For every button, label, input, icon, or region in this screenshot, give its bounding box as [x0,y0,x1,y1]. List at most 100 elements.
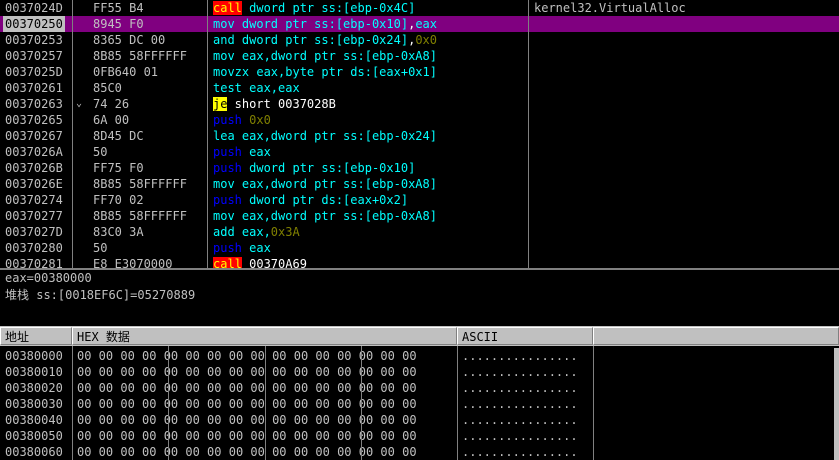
disasm-address[interactable]: 00370257 [5,48,63,64]
disasm-address[interactable]: 00370277 [5,208,63,224]
instruction-token: 0x3A [270,225,300,239]
disasm-instruction[interactable]: add eax,0x3A [213,224,300,240]
dump-row[interactable]: 00380010 00 00 00 00 00 00 00 00 00 00 00… [0,364,839,380]
disasm-row[interactable]: 00370250 8945 F0 mov dword ptr ss:[ebp-0x1… [0,16,839,32]
disasm-instruction[interactable]: push dword ptr ss:[ebp-0x10] [213,160,415,176]
dump-hex-bytes[interactable]: 00 00 00 00 00 00 00 00 00 00 00 00 00 0… [77,412,417,428]
instruction-token: mov [213,17,235,31]
disasm-row[interactable]: 0037026B FF75 F0 push dword ptr ss:[ebp-0x… [0,160,839,176]
disasm-comment: kernel32.VirtualAlloc [534,1,686,15]
disasm-address[interactable]: 00370265 [5,112,63,128]
dump-hex-bytes[interactable]: 00 00 00 00 00 00 00 00 00 00 00 00 00 0… [77,444,417,460]
dump-row[interactable]: 00380050 00 00 00 00 00 00 00 00 00 00 00… [0,428,839,444]
instruction-token: call [213,1,242,15]
dump-row[interactable]: 00380020 00 00 00 00 00 00 00 00 00 00 00… [0,380,839,396]
instruction-token: 0x0 [415,33,437,47]
disasm-row[interactable]: 00370261 85C0 test eax,eax [0,80,839,96]
disasm-row[interactable]: 0037025D 0FB640 01 movzx eax,byte ptr ds:[… [0,64,839,80]
disasm-hex-bytes: 8B85 58FFFFFF [93,177,187,191]
jump-arrow-icon: ⌄ [76,98,83,109]
disasm-instruction[interactable]: mov eax,dword ptr ss:[ebp-0xA8] [213,48,437,64]
disasm-row[interactable]: 00370263 ⌄ 74 26 je short 0037028B [0,96,839,112]
disasm-row[interactable]: 00370265 6A 00 push 0x0 [0,112,839,128]
disasm-address[interactable]: 00370263 [5,96,63,112]
disasm-instruction[interactable]: call dword ptr ss:[ebp-0x4C] [213,0,415,16]
disasm-address[interactable]: 00370274 [5,192,63,208]
disasm-instruction[interactable]: lea eax,dword ptr ss:[ebp-0x24] [213,128,437,144]
disasm-row[interactable]: 0037024D FF55 B4 call dword ptr ss:[ebp-0x… [0,0,839,16]
disasm-instruction[interactable]: and dword ptr ss:[ebp-0x24],0x0 [213,32,437,48]
disasm-address[interactable]: 0037026B [5,160,63,176]
disasm-instruction[interactable]: mov dword ptr ss:[ebp-0x10],eax [213,16,437,32]
instruction-token: eax [241,145,271,159]
disasm-address[interactable]: 00370250 [3,16,65,32]
dump-ascii: ................ [462,381,578,395]
info-pane: eax=00380000 堆栈 ss:[0018EF6C]=05270889 [0,268,839,328]
disasm-instruction[interactable]: test eax,eax [213,80,300,96]
dump-address: 00380000 [5,349,63,363]
instruction-token: and dword ptr ss:[ebp-0x24] [213,33,409,47]
dump-header-empty [593,327,839,345]
disasm-address[interactable]: 0037026A [5,144,63,160]
dump-hex-bytes[interactable]: 00 00 00 00 00 00 00 00 00 00 00 00 00 0… [77,396,417,412]
disasm-instruction[interactable]: movzx eax,byte ptr ds:[eax+0x1] [213,64,437,80]
disasm-address[interactable]: 00370267 [5,128,63,144]
dump-hex-bytes[interactable]: 00 00 00 00 00 00 00 00 00 00 00 00 00 0… [77,348,417,364]
disasm-row[interactable]: 00370280 50 push eax [0,240,839,256]
disasm-instruction[interactable]: push 0x0 [213,112,271,128]
disasm-hex-bytes: 83C0 3A [93,225,144,239]
dump-scrollbar[interactable] [834,348,839,460]
disasm-instruction[interactable]: call 00370A69 [213,256,307,268]
disasm-address[interactable]: 0037024D [5,0,63,16]
instruction-token: eax [415,17,437,31]
dump-header-hex[interactable]: HEX 数据 [72,327,457,345]
disasm-row[interactable]: 0037027D 83C0 3A add eax,0x3A [0,224,839,240]
disasm-row[interactable]: 0037026E 8B85 58FFFFFF mov eax,dword ptr s… [0,176,839,192]
disasm-address[interactable]: 00370281 [5,256,63,268]
disasm-row[interactable]: 00370277 8B85 58FFFFFF mov eax,dword ptr s… [0,208,839,224]
dump-hex-bytes[interactable]: 00 00 00 00 00 00 00 00 00 00 00 00 00 0… [77,428,417,444]
disassembly-pane[interactable]: 0037024D FF55 B4 call dword ptr ss:[ebp-0x… [0,0,839,268]
disasm-address[interactable]: 00370253 [5,32,63,48]
disasm-instruction[interactable]: push dword ptr ds:[eax+0x2] [213,192,408,208]
disasm-instruction[interactable]: push eax [213,240,271,256]
dump-row[interactable]: 00380030 00 00 00 00 00 00 00 00 00 00 00… [0,396,839,412]
disasm-instruction[interactable]: mov eax,dword ptr ss:[ebp-0xA8] [213,176,437,192]
disasm-hex-bytes: 8365 DC 00 [93,33,166,47]
dump-hex-bytes[interactable]: 00 00 00 00 00 00 00 00 00 00 00 00 00 0… [77,364,417,380]
disasm-address[interactable]: 00370261 [5,80,63,96]
instruction-token: test eax,eax [213,81,300,95]
disasm-address[interactable]: 0037026E [5,176,63,192]
disasm-instruction[interactable]: mov eax,dword ptr ss:[ebp-0xA8] [213,208,437,224]
dump-header-address[interactable]: 地址 [0,327,72,345]
dump-header-ascii[interactable]: ASCII [457,327,593,345]
disasm-instruction[interactable]: je short 0037028B [213,96,336,112]
disasm-row[interactable]: 0037026A 50 push eax [0,144,839,160]
disasm-hex-bytes: FF75 F0 [93,161,144,175]
disasm-address[interactable]: 0037027D [5,224,63,240]
dump-row[interactable]: 00380000 00 00 00 00 00 00 00 00 00 00 00… [0,348,839,364]
column-divider [528,0,529,268]
dump-row[interactable]: 00380060 00 00 00 00 00 00 00 00 00 00 00… [0,444,839,460]
instruction-token: dword ptr ss:[ebp-0x10] [234,17,409,31]
disasm-hex-bytes: 8945 F0 [93,17,144,31]
disasm-row[interactable]: 00370267 8D45 DC lea eax,dword ptr ss:[ebp… [0,128,839,144]
dump-row[interactable]: 00380040 00 00 00 00 00 00 00 00 00 00 00… [0,412,839,428]
disasm-hex-bytes: 50 [93,145,108,159]
instruction-token: dword ptr ss:[ebp-0x4C] [241,1,416,15]
memory-dump-pane[interactable]: 地址 HEX 数据 ASCII 00380000 00 00 00 00 00 0… [0,326,839,460]
instruction-token: mov eax,dword ptr ss:[ebp-0xA8] [213,209,437,223]
disasm-hex-bytes: 8D45 DC [93,129,144,143]
disasm-row[interactable]: 00370257 8B85 58FFFFFF mov eax,dword ptr s… [0,48,839,64]
dump-ascii: ................ [462,349,578,363]
disasm-row[interactable]: 00370253 8365 DC 00 and dword ptr ss:[ebp-… [0,32,839,48]
disasm-row[interactable]: 00370274 FF70 02 push dword ptr ds:[eax+0x… [0,192,839,208]
disasm-hex-bytes: FF55 B4 [93,1,144,15]
instruction-token: push [213,145,242,159]
instruction-token: mov eax,dword ptr ss:[ebp-0xA8] [213,49,437,63]
disasm-address[interactable]: 00370280 [5,240,63,256]
disasm-row[interactable]: 00370281 E8 E3070000 call 00370A69 [0,256,839,268]
disasm-instruction[interactable]: push eax [213,144,271,160]
dump-hex-bytes[interactable]: 00 00 00 00 00 00 00 00 00 00 00 00 00 0… [77,380,417,396]
disasm-address[interactable]: 0037025D [5,64,63,80]
